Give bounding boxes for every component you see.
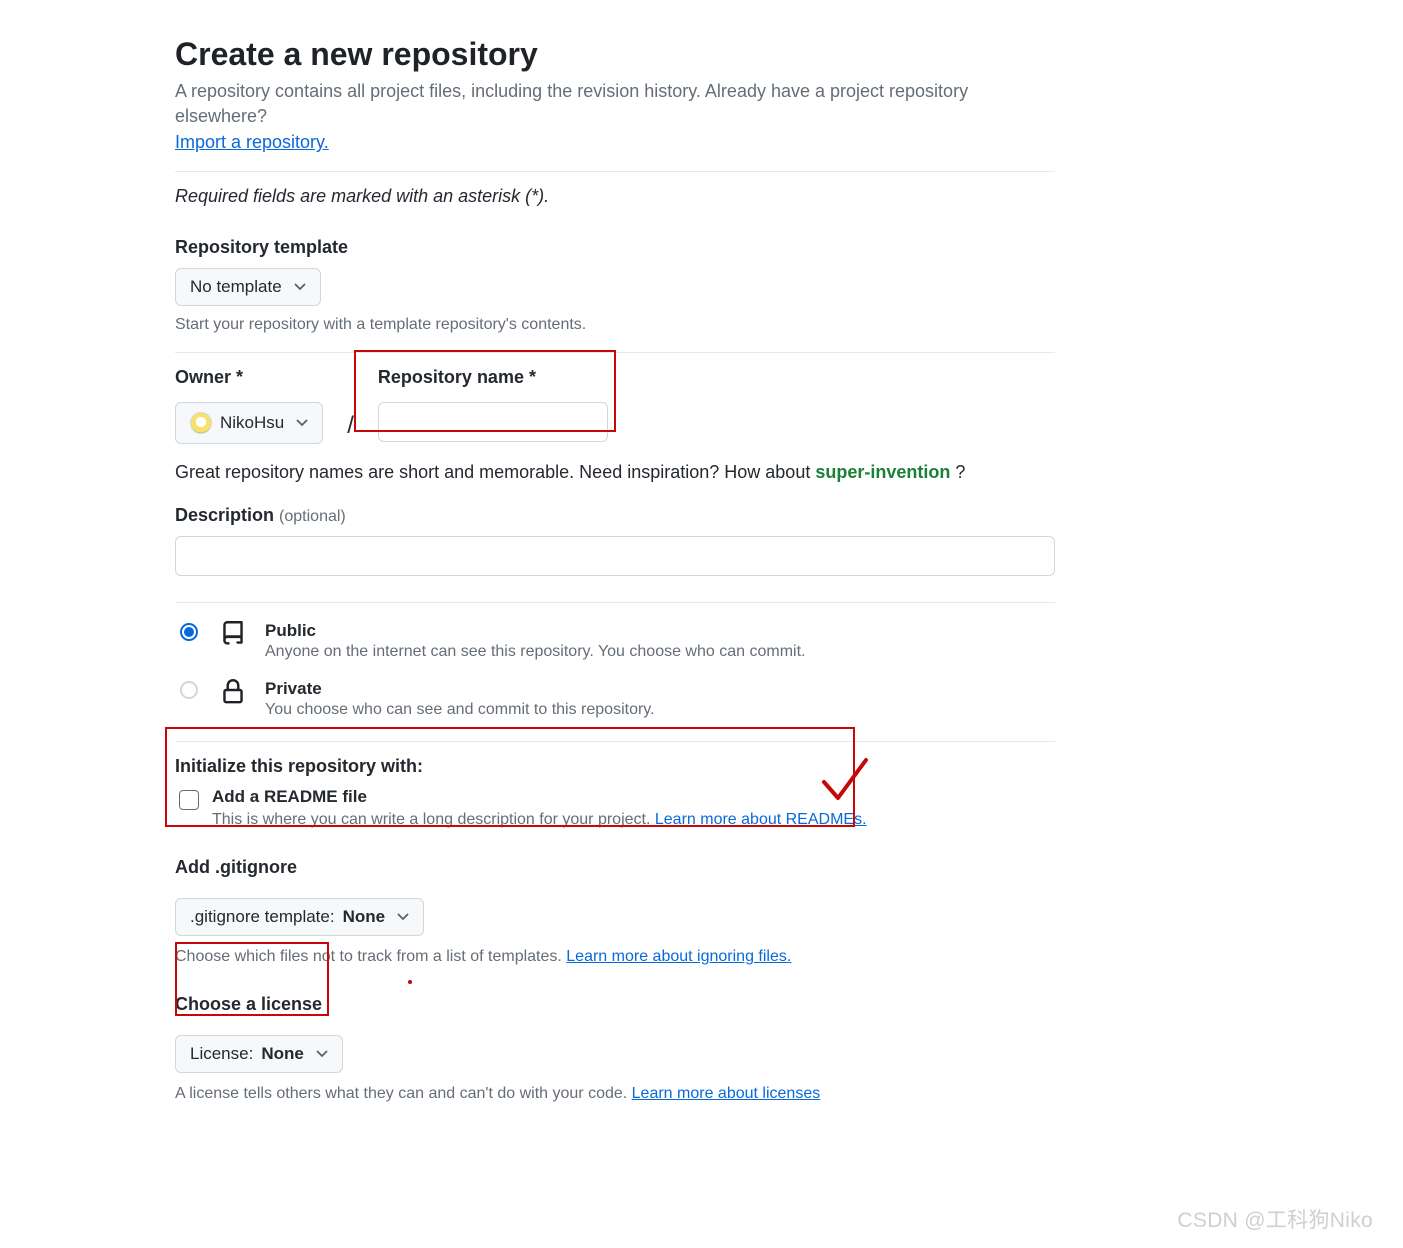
template-selected-value: No template bbox=[190, 277, 282, 297]
license-button-value: None bbox=[261, 1044, 304, 1064]
public-radio[interactable] bbox=[180, 623, 198, 641]
gitignore-hint: Choose which files not to track from a l… bbox=[175, 948, 566, 965]
annotation-dot bbox=[408, 980, 412, 984]
readme-label: Add a README file bbox=[212, 787, 867, 807]
repo-icon bbox=[219, 621, 247, 647]
description-input[interactable] bbox=[175, 536, 1055, 576]
repo-name-label: Repository name * bbox=[378, 367, 608, 388]
repo-name-suggestion: Great repository names are short and mem… bbox=[175, 462, 1055, 483]
suggested-repo-name[interactable]: super-invention bbox=[815, 462, 950, 482]
gitignore-learn-more-link[interactable]: Learn more about ignoring files. bbox=[566, 948, 791, 965]
license-hint: A license tells others what they can and… bbox=[175, 1085, 632, 1102]
repo-name-input[interactable] bbox=[378, 402, 608, 442]
divider bbox=[175, 741, 1055, 742]
owner-label: Owner * bbox=[175, 367, 323, 388]
divider bbox=[175, 602, 1055, 603]
private-title: Private bbox=[265, 679, 655, 699]
caret-down-icon bbox=[397, 913, 409, 921]
template-hint: Start your repository with a template re… bbox=[175, 316, 1055, 334]
gitignore-select-button[interactable]: .gitignore template: None bbox=[175, 898, 424, 936]
gitignore-label: Add .gitignore bbox=[175, 857, 1055, 878]
license-select-button[interactable]: License: None bbox=[175, 1035, 343, 1073]
template-label: Repository template bbox=[175, 237, 1055, 258]
private-desc: You choose who can see and commit to thi… bbox=[265, 701, 655, 719]
watermark: CSDN @工科狗Niko bbox=[1177, 1204, 1373, 1234]
readme-checkbox[interactable] bbox=[179, 790, 199, 810]
required-fields-note: Required fields are marked with an aster… bbox=[175, 186, 1055, 207]
caret-down-icon bbox=[296, 419, 308, 427]
description-label: Description (optional) bbox=[175, 505, 1055, 526]
owner-select-button[interactable]: NikoHsu bbox=[175, 402, 323, 444]
readme-learn-more-link[interactable]: Learn more about READMEs. bbox=[655, 811, 867, 828]
page-title: Create a new repository bbox=[175, 36, 1055, 73]
public-title: Public bbox=[265, 621, 805, 641]
gitignore-button-prefix: .gitignore template: bbox=[190, 907, 335, 927]
lock-icon bbox=[219, 679, 247, 705]
optional-marker: (optional) bbox=[279, 508, 346, 525]
caret-down-icon bbox=[294, 283, 306, 291]
public-desc: Anyone on the internet can see this repo… bbox=[265, 643, 805, 661]
license-button-prefix: License: bbox=[190, 1044, 253, 1064]
path-separator: / bbox=[347, 412, 354, 440]
page-subhead: A repository contains all project files,… bbox=[175, 81, 968, 126]
gitignore-button-value: None bbox=[343, 907, 386, 927]
avatar bbox=[190, 412, 212, 434]
owner-selected-value: NikoHsu bbox=[220, 413, 284, 433]
template-select-button[interactable]: No template bbox=[175, 268, 321, 306]
license-label: Choose a license bbox=[175, 994, 1055, 1015]
private-radio[interactable] bbox=[180, 681, 198, 699]
import-repository-link[interactable]: Import a repository. bbox=[175, 132, 329, 152]
license-learn-more-link[interactable]: Learn more about licenses bbox=[632, 1085, 821, 1102]
divider bbox=[175, 352, 1055, 353]
caret-down-icon bbox=[316, 1050, 328, 1058]
initialize-heading: Initialize this repository with: bbox=[175, 756, 1055, 777]
readme-desc: This is where you can write a long descr… bbox=[212, 811, 655, 828]
divider bbox=[175, 171, 1055, 172]
